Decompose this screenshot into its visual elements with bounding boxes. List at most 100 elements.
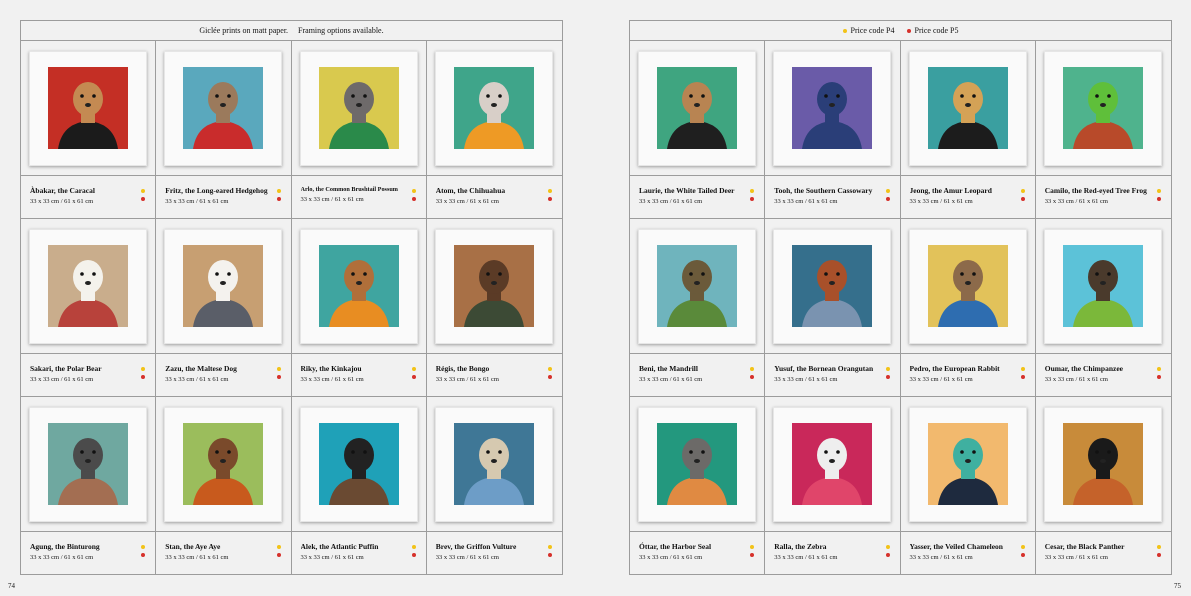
price-code-dots [750,367,755,379]
framed-print [299,229,418,344]
print-caption: Zazu, the Maltese Dog 33 x 33 cm / 61 x 6… [156,353,291,397]
print-size: 33 x 33 cm / 61 x 61 cm [30,376,94,383]
print-caption: Óttar, the Harbor Seal 33 x 33 cm / 61 x … [630,531,765,575]
legend-p4-label: Price code P4 [850,26,895,35]
print-title: Régis, the Bongo [435,364,490,373]
red-dot-icon [411,197,416,201]
yellow-dot-icon [276,545,281,549]
red-dot-icon [548,553,552,557]
left-page: Giclée prints on matt paper. Framing opt… [20,20,563,575]
yellow-dot-icon [141,367,146,371]
print-title: Laurie, the White Tailed Deer [639,186,735,195]
print-card: Beni, the Mandrill 33 x 33 cm / 61 x 61 c… [630,219,766,397]
red-dot-icon [906,28,911,33]
print-title: Yasser, the Veiled Chameleon [909,542,1003,551]
yellow-dot-icon [1020,367,1025,371]
print-caption: Laurie, the White Tailed Deer 33 x 33 cm … [630,175,765,219]
price-code-dots [548,189,552,201]
print-size: 33 x 33 cm / 61 x 61 cm [909,554,973,561]
print-card: Laurie, the White Tailed Deer 33 x 33 cm … [630,41,766,219]
print-caption: Brev, the Griffon Vulture 33 x 33 cm / 61… [426,531,562,575]
yellow-dot-icon [411,367,416,371]
framed-print [908,51,1027,166]
framed-print [434,407,553,522]
legend-p4: Price code P4 [842,26,895,35]
price-legend: Price code P4 Price code P5 [842,26,959,35]
price-code-dots [276,189,281,201]
right-print-grid: Laurie, the White Tailed Deer 33 x 33 cm … [630,41,1171,575]
red-dot-icon [276,375,281,379]
print-card: Brev, the Griffon Vulture 33 x 33 cm / 61… [426,397,562,575]
price-code-dots [1020,189,1025,201]
yellow-dot-icon [411,189,416,193]
animal-portrait-image [927,423,1008,505]
print-card: Alek, the Atlantic Puffin 33 x 33 cm / 61… [291,397,427,575]
framed-print [29,407,147,522]
red-dot-icon [750,375,755,379]
print-caption: Yusuf, the Bornean Orangutan 33 x 33 cm /… [765,353,900,397]
animal-portrait-image [927,67,1008,149]
print-title: Stan, the Aye Aye [165,542,221,551]
yellow-dot-icon [885,367,890,371]
animal-portrait-image [657,245,737,327]
print-size: 33 x 33 cm / 61 x 61 cm [1044,376,1108,383]
price-code-dots [1020,367,1025,379]
right-page: Price code P4 Price code P5 Laurie, the … [629,20,1172,575]
print-caption: Jeong, the Amur Leopard 33 x 33 cm / 61 x… [900,175,1035,219]
price-code-dots [411,545,416,557]
framed-print [164,51,283,166]
print-card: Stan, the Aye Aye 33 x 33 cm / 61 x 61 cm [156,397,292,575]
print-size: 33 x 33 cm / 61 x 61 cm [300,376,364,383]
red-dot-icon [1157,197,1161,201]
print-card: Zazu, the Maltese Dog 33 x 33 cm / 61 x 6… [156,219,292,397]
animal-portrait-image [183,423,264,505]
print-caption: Oumar, the Chimpanzee 33 x 33 cm / 61 x 6… [1035,353,1171,397]
print-card: Jeong, the Amur Leopard 33 x 33 cm / 61 x… [900,41,1036,219]
print-title: Zazu, the Maltese Dog [165,364,237,373]
print-title: Óttar, the Harbor Seal [639,542,712,551]
print-card: Óttar, the Harbor Seal 33 x 33 cm / 61 x … [630,397,766,575]
yellow-dot-icon [548,367,552,371]
print-title: Sakari, the Polar Bear [30,364,102,373]
price-code-dots [548,545,552,557]
price-code-dots [750,189,755,201]
print-size: 33 x 33 cm / 61 x 61 cm [435,554,499,561]
print-size: 33 x 33 cm / 61 x 61 cm [30,198,94,205]
animal-portrait-image [48,67,128,149]
print-size: 33 x 33 cm / 61 x 61 cm [639,554,703,561]
yellow-dot-icon [411,545,416,549]
print-size: 33 x 33 cm / 61 x 61 cm [435,198,499,205]
framed-print [908,407,1027,522]
print-caption: Ralla, the Zebra 33 x 33 cm / 61 x 61 cm [765,531,900,575]
print-card: Fritz, the Long-eared Hedgehog 33 x 33 cm… [156,41,292,219]
print-size: 33 x 33 cm / 61 x 61 cm [639,376,703,383]
price-code-dots [276,367,281,379]
yellow-dot-icon [1020,189,1025,193]
price-code-dots [141,545,146,557]
price-code-dots [548,367,552,379]
framed-print [299,51,418,166]
animal-portrait-image [1062,67,1143,149]
red-dot-icon [885,197,890,201]
animal-portrait-image [453,245,534,327]
print-info-text: Giclée prints on matt paper. [199,26,289,35]
animal-portrait-image [1062,245,1143,327]
print-caption: Stan, the Aye Aye 33 x 33 cm / 61 x 61 cm [156,531,291,575]
print-size: 33 x 33 cm / 61 x 61 cm [435,376,499,383]
right-page-header: Price code P4 Price code P5 [630,21,1171,41]
animal-portrait-image [183,67,264,149]
print-title: Oumar, the Chimpanzee [1044,364,1124,373]
framing-info-text: Framing options available. [298,26,384,35]
price-code-dots [1157,545,1161,557]
print-title: Pedro, the European Rabbit [909,364,1000,373]
print-size: 33 x 33 cm / 61 x 61 cm [1044,554,1108,561]
print-title: Riky, the Kinkajou [300,364,362,373]
yellow-dot-icon [276,189,281,193]
print-card: Pedro, the European Rabbit 33 x 33 cm / 6… [900,219,1036,397]
left-page-header: Giclée prints on matt paper. Framing opt… [21,21,562,41]
framed-print [434,51,553,166]
yellow-dot-icon [1020,545,1025,549]
red-dot-icon [750,553,755,557]
animal-portrait-image [318,245,399,327]
animal-portrait-image [183,245,264,327]
